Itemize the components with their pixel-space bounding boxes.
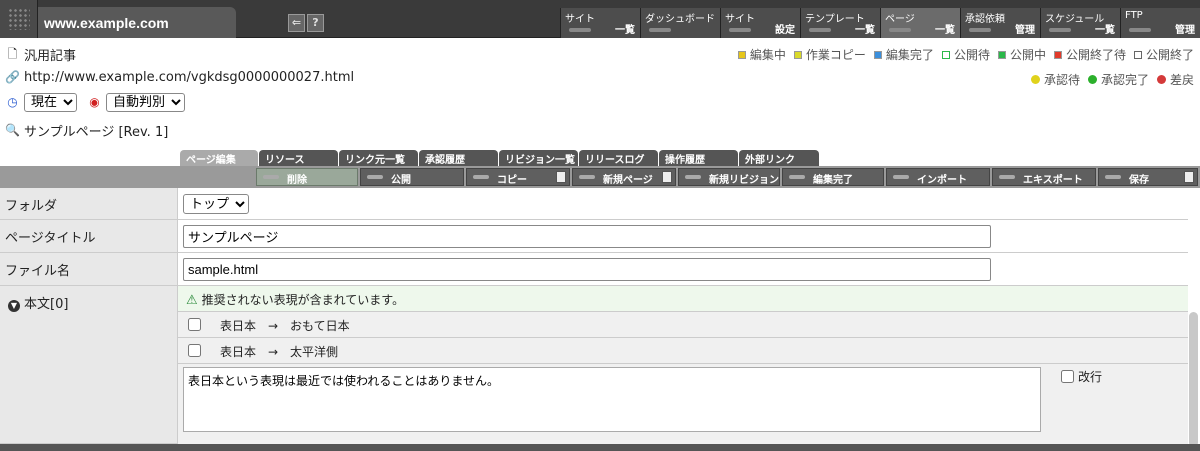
approval-legend: 承認待 承認完了 差戻	[1030, 71, 1194, 88]
delete-button[interactable]: 削除	[256, 168, 358, 186]
mode-select[interactable]: 自動判別	[106, 93, 185, 112]
site-tab[interactable]: www.example.com	[38, 7, 236, 38]
help-icon[interactable]: ?	[307, 14, 324, 32]
link-icon: 🔗	[5, 70, 20, 84]
menu-page-list[interactable]: ページ 一覧	[880, 8, 960, 38]
menu-template-list[interactable]: テンプレート 一覧	[800, 8, 880, 38]
body-label-cell[interactable]: ▼ 本文[0]	[0, 286, 178, 443]
legend-editing: 編集中	[737, 46, 786, 63]
document-icon: 🗋	[7, 47, 18, 61]
chevron-down-icon[interactable]: ▼	[8, 300, 20, 312]
filename-input[interactable]	[183, 258, 991, 281]
import-button[interactable]: インポート	[886, 168, 990, 186]
title-input[interactable]	[183, 225, 991, 248]
bottom-bar	[0, 444, 1200, 451]
tab-external-links[interactable]: 外部リンク	[739, 150, 819, 166]
legend-approval-wait: 承認待	[1030, 71, 1080, 88]
top-bar: www.example.com ⇐ ? サイト 一覧 ダッシュボード サイト 設定 …	[0, 0, 1200, 38]
replacement-option[interactable]: 表日本 → 太平洋側	[178, 338, 1188, 364]
legend-close-wait: 公開終了待	[1053, 46, 1126, 63]
new-revision-button[interactable]: 新規リビジョン	[678, 168, 780, 186]
grid-icon	[8, 8, 30, 30]
replacement-text: 表日本 → 太平洋側	[220, 345, 339, 359]
filename-label: ファイル名	[0, 253, 178, 285]
target-icon: ◉	[89, 95, 100, 109]
publish-button[interactable]: 公開	[360, 168, 464, 186]
body-row: ▼ 本文[0] ⚠ 推奨されない表現が含まれています。 表日本 → おもて日本 表日…	[0, 286, 1188, 444]
legend-closed: 公開終了	[1133, 46, 1194, 63]
warning-icon: ⚠	[186, 293, 198, 308]
linebreak-checkbox[interactable]	[1061, 370, 1074, 383]
save-doc-icon	[1184, 171, 1194, 183]
status-legend: 編集中 作業コピー 編集完了 公開待 公開中 公開終了待 公開終了	[737, 46, 1194, 63]
menu-ftp-manage[interactable]: FTP 管理	[1120, 8, 1200, 38]
tab-revision-list[interactable]: リビジョン一覧	[499, 150, 578, 166]
menu-schedule-list[interactable]: スケジュール 一覧	[1040, 8, 1120, 38]
save-button[interactable]: 保存	[1098, 168, 1198, 186]
page-name: サンプルページ [Rev. 1]	[24, 125, 169, 140]
legend-publish-wait: 公開待	[941, 46, 990, 63]
title-label: ページタイトル	[0, 220, 178, 252]
body-editor-area: 表日本という表現は最近では使われることはありません。 改行	[178, 364, 1188, 444]
url-row: 🔗 http://www.example.com/vgkdsg000000002…	[5, 70, 354, 85]
body-textarea[interactable]: 表日本という表現は最近では使われることはありません。	[183, 367, 1041, 432]
warning-text: 推奨されない表現が含まれています。	[201, 293, 405, 307]
replacement-checkbox[interactable]	[188, 318, 201, 331]
linebreak-label: 改行	[1078, 370, 1103, 384]
menu-site-list[interactable]: サイト 一覧	[560, 8, 640, 38]
legend-edit-done: 編集完了	[873, 46, 934, 63]
body-label: 本文[0]	[24, 297, 69, 312]
copy-button[interactable]: コピー	[466, 168, 570, 186]
tab-resources[interactable]: リソース	[259, 150, 338, 166]
page-name-row: 🔍 サンプルページ [Rev. 1]	[5, 121, 168, 140]
menu-site-settings[interactable]: サイト 設定	[720, 8, 800, 38]
export-button[interactable]: エキスポート	[992, 168, 1096, 186]
legend-published: 公開中	[997, 46, 1046, 63]
warning-banner: ⚠ 推奨されない表現が含まれています。	[178, 286, 1188, 312]
action-toolbar: 削除 公開 コピー 新規ページ 新規リビジョン 編集完了 インポート エキスポー…	[0, 166, 1200, 188]
page-type-label: 汎用記事	[24, 49, 77, 64]
legend-working-copy: 作業コピー	[793, 46, 866, 63]
page-type-row: 🗋 汎用記事	[5, 45, 76, 64]
folder-label: フォルダ	[0, 188, 178, 219]
replacement-option[interactable]: 表日本 → おもて日本	[178, 312, 1188, 338]
page-search-icon: 🔍	[5, 123, 20, 137]
linebreak-option[interactable]: 改行	[1061, 368, 1102, 385]
copy-doc-icon	[556, 171, 566, 183]
vertical-scrollbar[interactable]	[1189, 312, 1198, 447]
selector-row: ◷ 現在 ◉ 自動判別	[5, 93, 185, 112]
title-row: ページタイトル	[0, 220, 1188, 253]
replacement-text: 表日本 → おもて日本	[220, 319, 350, 333]
menu-approval-manage[interactable]: 承認依頼 管理	[960, 8, 1040, 38]
legend-approved: 承認完了	[1087, 71, 1149, 88]
edit-complete-button[interactable]: 編集完了	[782, 168, 884, 186]
back-icon[interactable]: ⇐	[288, 14, 305, 32]
new-page-button[interactable]: 新規ページ	[572, 168, 676, 186]
legend-returned: 差戻	[1156, 71, 1194, 88]
tab-link-sources[interactable]: リンク元一覧	[339, 150, 418, 166]
filename-row: ファイル名	[0, 253, 1188, 286]
page-url[interactable]: http://www.example.com/vgkdsg0000000027.…	[24, 70, 354, 85]
time-select[interactable]: 現在	[24, 93, 77, 112]
tab-page-edit[interactable]: ページ編集	[180, 150, 258, 166]
tab-approval-history[interactable]: 承認履歴	[419, 150, 498, 166]
folder-select[interactable]: トップ	[183, 194, 249, 214]
replacement-checkbox[interactable]	[188, 344, 201, 357]
app-logo[interactable]	[0, 0, 38, 38]
page-tabs: ページ編集 リソース リンク元一覧 承認履歴 リビジョン一覧 リリースログ 操作…	[0, 150, 1200, 166]
folder-row: フォルダ トップ	[0, 188, 1188, 220]
tab-operation-history[interactable]: 操作履歴	[659, 150, 738, 166]
clock-icon: ◷	[7, 95, 18, 109]
menu-dashboard[interactable]: ダッシュボード	[640, 8, 720, 38]
tab-release-log[interactable]: リリースログ	[579, 150, 658, 166]
new-doc-icon	[662, 171, 672, 183]
